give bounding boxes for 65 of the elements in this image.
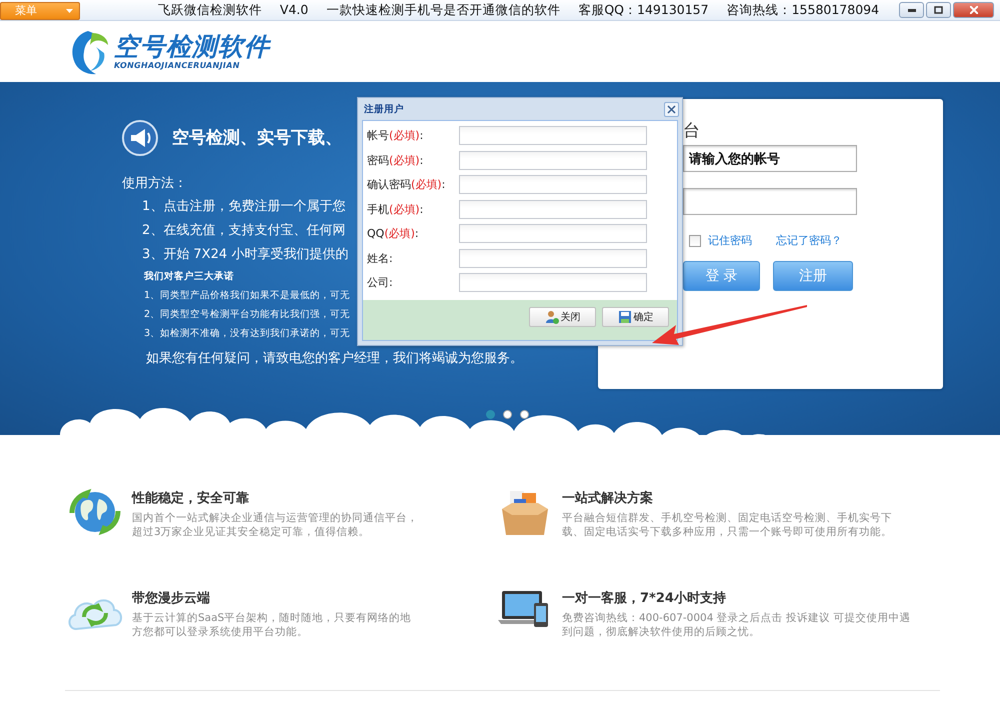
checkbox[interactable] — [689, 234, 701, 246]
field-label: 帐号(必填): — [367, 128, 424, 143]
remember-password-link[interactable]: 记住密码 — [708, 233, 752, 248]
field-label: 公司: — [367, 275, 394, 290]
promise-text: 2、同类型空号检测平台功能有比我们强，可无 — [144, 308, 350, 321]
window-title: 咨询热线：15580178094 — [726, 2, 880, 18]
banner-heading: 空号检测、实号下载、 — [172, 127, 342, 149]
promise-title: 我们对客户三大承诺 — [144, 270, 234, 283]
feature-text: 平台融合短信群发、手机空号检测、固定电话空号检测、手机实号下载、固定电话实号下载多种应用，只需一个账号即可使用所有功能。 — [562, 511, 893, 539]
promise-text: 1、同类型产品价格我们如果不是最低的，可无 — [144, 289, 350, 302]
window-title: V4.0 — [280, 2, 308, 18]
carousel-dot[interactable] — [520, 410, 529, 419]
feature-title: 带您漫步云端 — [132, 590, 211, 607]
close-dialog-button[interactable]: 关闭 — [529, 307, 596, 327]
maximize-icon — [934, 6, 944, 14]
confirm-button[interactable]: 确定 — [602, 307, 669, 327]
forgot-password-link[interactable]: 忘记了密码？ — [776, 233, 842, 248]
logo-text: 空号检测软件 — [114, 33, 270, 61]
person-icon — [544, 310, 558, 324]
field-label: 手机(必填): — [367, 202, 424, 216]
caret-icon — [66, 8, 73, 12]
feature-title: 一对一客服，7*24小时支持 — [562, 590, 727, 607]
feature-text: 基于云计算的SaaS平台架构，随时随地，只要有网络的地方您都可以登录系统使用平台功能。 — [132, 611, 412, 639]
login-title: 台 — [683, 120, 701, 143]
megaphone-icon — [122, 120, 158, 156]
close-icon — [667, 104, 676, 114]
contact-text: 如果您有任何疑问，请致电您的客户经理，我们将竭诚为您服务。 — [146, 350, 523, 367]
close-button[interactable] — [664, 102, 679, 116]
window-title: 飞跃微信检测软件 — [158, 2, 262, 18]
feature-text: 免费咨询热线：400-607-0004 登录之后点击 投诉建议 可提交使用中遇到问题，彻底解决软件使用的后顾之忧。 — [562, 611, 912, 639]
feature-title: 一站式解决方案 — [562, 490, 654, 507]
close-icon — [970, 6, 978, 14]
feature-text: 国内首个一站式解决企业通信与运营管理的协同通信平台，超过3万家企业见证其安全稳定可靠，值得信赖。 — [132, 511, 419, 539]
password-field[interactable] — [683, 188, 857, 215]
usage-step: 1、点击注册，免费注册一个属于您 — [142, 198, 346, 215]
window-title: 客服QQ：149130157 — [578, 2, 709, 18]
register-button[interactable]: 注册 — [773, 261, 853, 291]
login-button[interactable]: 登 录 — [683, 261, 760, 291]
input-field[interactable] — [459, 200, 647, 218]
account-field[interactable]: 请输入您的帐号 — [683, 145, 857, 172]
minimize-button[interactable] — [899, 2, 924, 18]
field-label: 姓名: — [367, 250, 394, 266]
usage-title: 使用方法： — [122, 175, 187, 192]
dialog-title: 注册用户 — [364, 102, 404, 116]
save-icon — [618, 310, 632, 324]
input-field[interactable] — [459, 175, 647, 194]
input-field[interactable] — [459, 224, 647, 243]
input-field[interactable] — [459, 150, 647, 170]
close-button[interactable] — [953, 2, 994, 18]
input-field[interactable] — [459, 273, 647, 292]
field-label: QQ(必填): — [367, 226, 420, 241]
input-field[interactable] — [459, 126, 647, 145]
field-label: 确认密码(必填): — [367, 177, 446, 192]
minimize-icon — [908, 8, 916, 12]
feature-title: 性能稳定，安全可靠 — [132, 490, 250, 507]
usage-step: 3、开始 7X24 小时享受我们提供的 — [142, 246, 348, 263]
maximize-button[interactable] — [926, 2, 952, 18]
input-field[interactable] — [459, 248, 647, 268]
logo-subtitle: KONGHAOJIANCERUANJIAN — [114, 61, 241, 70]
window-title: 一款快速检测手机号是否开通微信的软件 — [326, 2, 560, 18]
usage-step: 2、在线充值，支持支付宝、任何网 — [142, 222, 346, 239]
field-label: 密码(必填): — [367, 152, 424, 168]
promise-text: 3、如检测不准确，没有达到我们承诺的，可无 — [144, 327, 350, 340]
carousel-dot[interactable] — [486, 410, 495, 419]
carousel-dot[interactable] — [503, 410, 512, 419]
